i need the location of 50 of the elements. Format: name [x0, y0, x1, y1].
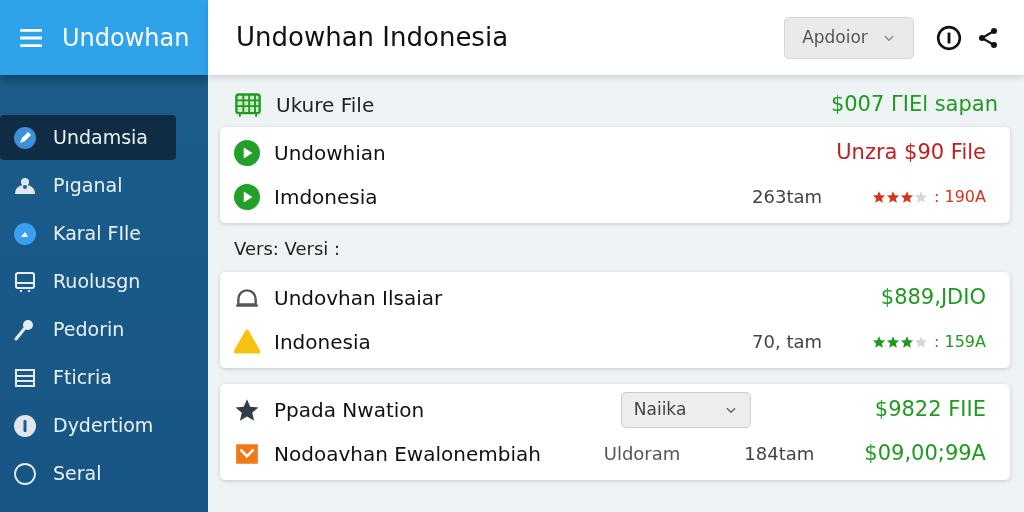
grid-icon	[234, 90, 262, 119]
select-field[interactable]: Naiika	[620, 391, 751, 428]
item-subtitle: Uldoram	[603, 442, 681, 466]
star-icon	[872, 334, 887, 349]
rating-value: : 190A	[934, 185, 986, 208]
item-title: Nodoavhan Ewalonembiah	[274, 440, 542, 468]
star-icon	[886, 189, 901, 204]
play-icon	[234, 183, 260, 210]
star-icon	[914, 334, 929, 349]
star-icon	[872, 189, 887, 204]
sidebar-item[interactable]: Undamsia	[0, 115, 176, 160]
star-icon	[900, 189, 915, 204]
play-icon	[234, 139, 260, 166]
item-title: Ppada Nwation	[274, 396, 426, 424]
star-icon	[886, 334, 901, 349]
sidebar-item[interactable]: Seral	[0, 451, 176, 496]
pencil-icon	[13, 125, 37, 150]
item-meta: 263tam	[751, 185, 823, 209]
item-title: Undovhan Ilsaiar	[274, 284, 444, 312]
sidebar-item[interactable]: Dydertiom	[0, 403, 176, 448]
amount: $889,JDIO	[880, 283, 986, 311]
circle-icon	[13, 221, 37, 246]
monitor-icon	[13, 269, 37, 294]
dropdown[interactable]: Apdoior	[784, 16, 914, 59]
amount: $9822 FIIE	[874, 395, 986, 423]
app-title: Undowhan	[62, 22, 190, 54]
sidebar-item[interactable]: Pedorin	[0, 307, 176, 352]
rating-value: : 159A	[934, 330, 986, 353]
sidebar-item[interactable]: Karal FIle	[0, 211, 176, 256]
item-meta: 184tam	[743, 442, 815, 466]
circle-icon	[13, 461, 37, 486]
page-title: Undowhan Indonesia	[236, 21, 510, 54]
star-icon	[900, 334, 915, 349]
amount: $007 ΓIEl sapan	[830, 91, 998, 118]
item-meta: 70, tam	[751, 330, 823, 354]
item-title: Imdonesia	[274, 183, 379, 211]
star-icon	[914, 189, 929, 204]
file-label: Ukure File	[276, 91, 376, 119]
info-icon	[13, 413, 37, 438]
sidebar-item[interactable]: Ruolusgn	[0, 259, 176, 304]
sidebar-item[interactable]: Pıganal	[0, 163, 176, 208]
sidebar-item[interactable]: Fticria	[0, 355, 176, 400]
info-icon[interactable]	[936, 24, 962, 51]
share-icon[interactable]	[976, 25, 1000, 50]
section-label: Vers: Versi :	[233, 236, 342, 261]
warning-icon	[234, 328, 260, 355]
amount: $09,00;99A	[864, 439, 986, 467]
amount: Unzra $90 File	[836, 138, 986, 166]
item-title: Indonesia	[274, 328, 372, 356]
item-title: Undowhian	[274, 139, 387, 167]
